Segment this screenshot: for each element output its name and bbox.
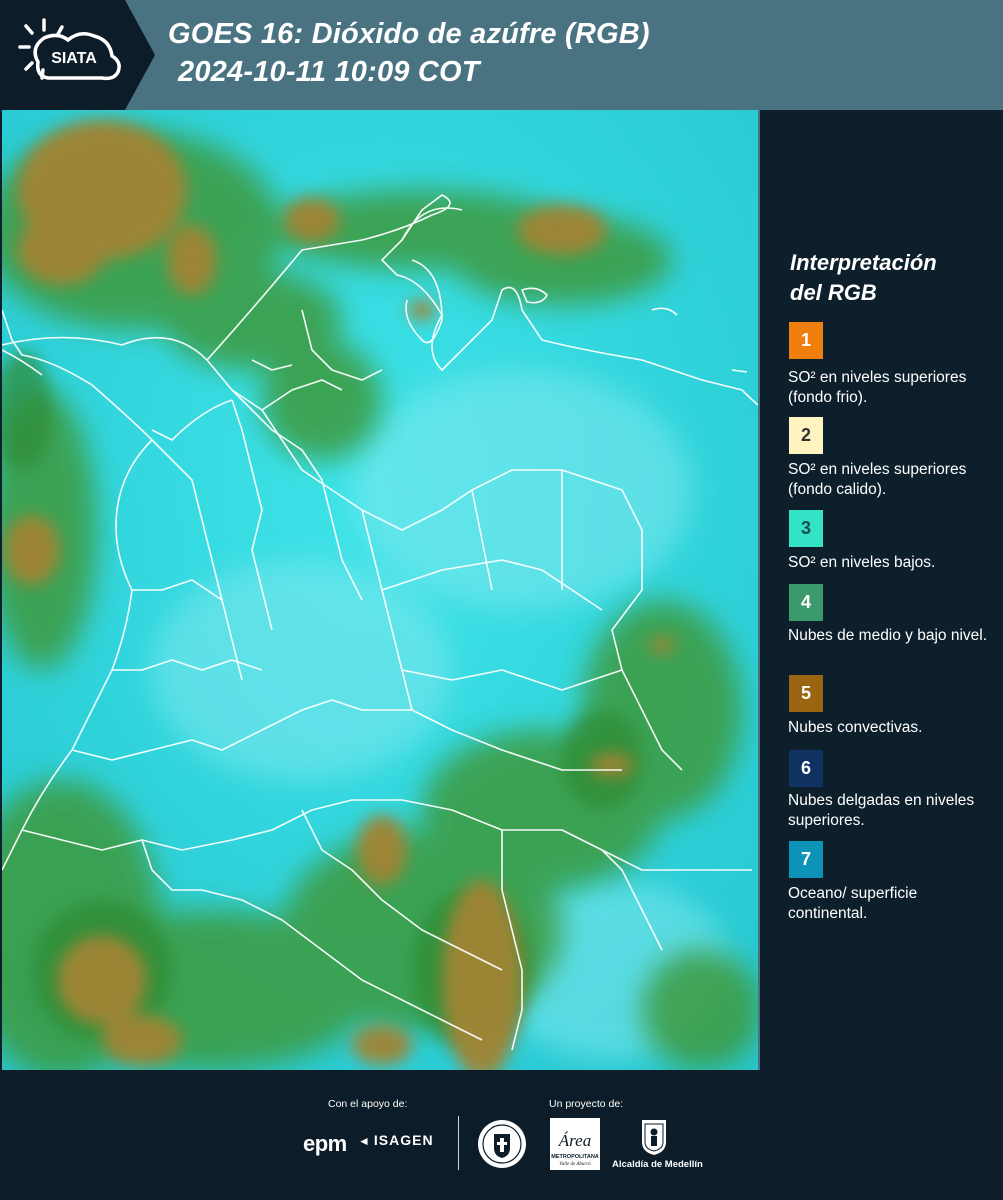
page-title: GOES 16: Dióxido de azúfre (RGB) [168, 18, 650, 50]
svg-text:METROPOLITANA: METROPOLITANA [551, 1154, 599, 1160]
svg-text:SIATA: SIATA [51, 50, 97, 67]
satellite-rgb-image [2, 110, 758, 1070]
legend-label-4: Nubes de medio y bajo nivel. [788, 627, 988, 644]
legend-label-1: SO² en niveles superiores (fondo frio). [788, 369, 967, 406]
isagen-logo: ◄ ISAGEN [358, 1132, 434, 1148]
header-title-band [125, 0, 1003, 110]
svg-text:Valle de Aburrá: Valle de Aburrá [559, 1162, 591, 1167]
support-label: Con el apoyo de: [328, 1098, 408, 1110]
isagen-mark-icon: ◄ [358, 1134, 371, 1148]
legend-heading-line-2: del RGB [790, 280, 877, 305]
legend-label-6: Nubes delgadas en niveles superiores. [788, 792, 975, 829]
legend-swatch-7: 7 [789, 841, 823, 878]
image-timestamp: 2024-10-11 10:09 COT [178, 56, 480, 88]
legend-label-7: Oceano/ superficie continental. [788, 885, 918, 922]
satellite-map[interactable] [2, 110, 760, 1070]
siata-logo: SIATA [18, 18, 121, 81]
legend-swatch-1: 1 [789, 322, 823, 359]
svg-text:Área: Área [558, 1131, 591, 1150]
legend-swatch-4: 4 [789, 584, 823, 621]
legend-label-2: SO² en niveles superiores (fondo calido)… [788, 461, 967, 498]
footer-divider [458, 1116, 459, 1170]
legend-panel: Interpretación del RGB 1 SO² en niveles … [760, 110, 1003, 1070]
header-bar: SIATA GOES 16: Dióxido de azúfre (RGB) 2… [0, 0, 1003, 110]
legend-swatch-5: 5 [789, 675, 823, 712]
alcaldia-shield-icon [642, 1120, 666, 1155]
legend-swatch-2: 2 [789, 417, 823, 454]
isagen-logo-text: ISAGEN [373, 1132, 434, 1148]
epm-logo: epm [303, 1131, 347, 1157]
footer-bar: Con el apoyo de: Un proyecto de: epm ◄ IS… [0, 1070, 1003, 1200]
legend-heading: Interpretación del RGB [790, 248, 937, 308]
legend-label-5: Nubes convectivas. [788, 719, 923, 736]
legend-heading-line-1: Interpretación [790, 250, 937, 275]
alcaldia-label: Alcaldía de Medellín [612, 1159, 703, 1170]
legend-swatch-6: 6 [789, 750, 823, 787]
area-metropolitana-logo: Área METROPOLITANA Valle de Aburrá [550, 1118, 600, 1170]
medellin-seal-icon [478, 1120, 526, 1168]
project-label: Un proyecto de: [549, 1098, 624, 1110]
epm-logo-text: epm [303, 1131, 347, 1156]
legend-swatch-3: 3 [789, 510, 823, 547]
legend-label-3: SO² en niveles bajos. [788, 554, 936, 571]
